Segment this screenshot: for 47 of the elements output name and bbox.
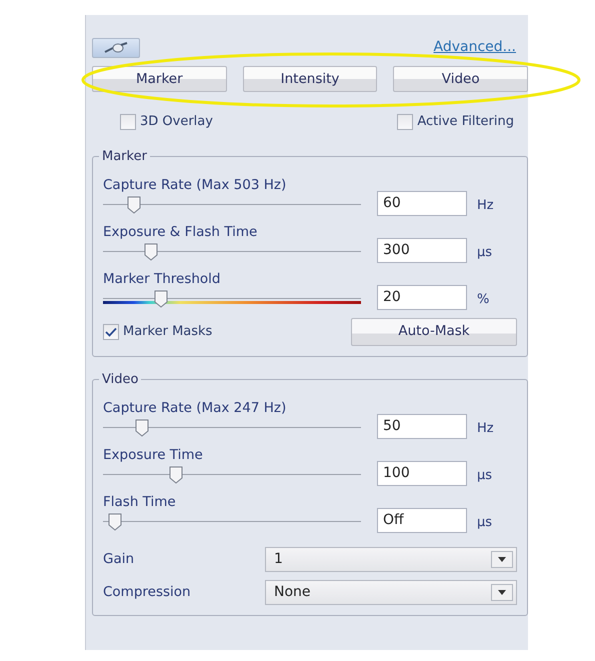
dropdown[interactable]: 1 <box>265 546 517 572</box>
slider-label: Marker Threshold <box>103 270 222 288</box>
slider-track[interactable] <box>103 416 361 438</box>
checkbox-label: Active Filtering <box>417 113 514 131</box>
slider-label: Capture Rate (Max 503 Hz) <box>103 176 288 194</box>
checkbox[interactable] <box>103 324 119 340</box>
value-field[interactable]: Off <box>377 508 467 532</box>
unit-label: µs <box>477 467 494 485</box>
checkbox-label: Marker Masks <box>123 322 212 341</box>
slider-label: Capture Rate (Max 247 Hz) <box>103 400 288 416</box>
unit-label: Hz <box>477 420 495 438</box>
unit-label: Hz <box>477 197 495 215</box>
slider-track[interactable] <box>103 288 361 310</box>
value-field[interactable]: 50 <box>377 414 467 438</box>
mode-button[interactable]: Intensity <box>242 66 378 92</box>
slider-label: Exposure & Flash Time <box>103 224 258 240</box>
unit-label: µs <box>477 244 494 262</box>
value-field[interactable]: 20 <box>377 284 467 310</box>
unit-label: % <box>477 291 490 309</box>
slider-label: Flash Time <box>103 494 177 510</box>
slider-label: Exposure Time <box>103 446 204 464</box>
slider-thumb[interactable] <box>108 512 122 530</box>
tool-button[interactable] <box>92 38 140 58</box>
slider-track[interactable] <box>103 510 361 532</box>
slider-track[interactable] <box>103 464 361 486</box>
unit-label: µs <box>477 514 494 532</box>
mode-button[interactable]: Video <box>393 66 528 92</box>
slider-track[interactable] <box>103 240 361 262</box>
dropdown[interactable]: None <box>265 580 517 604</box>
slider-thumb[interactable] <box>127 196 142 214</box>
slider-track[interactable] <box>103 194 361 216</box>
value-field[interactable]: 300 <box>377 238 467 262</box>
checkbox[interactable] <box>120 114 136 130</box>
slider-thumb[interactable] <box>154 290 168 308</box>
slider-thumb[interactable] <box>144 242 158 260</box>
field-label: Compression <box>103 584 191 600</box>
value-field[interactable]: 100 <box>377 460 467 486</box>
checkbox[interactable] <box>397 114 414 130</box>
checkbox-label: 3D Overlay <box>140 113 213 131</box>
slider-thumb[interactable] <box>134 418 149 436</box>
tool-icon <box>103 41 129 55</box>
advanced-link[interactable]: Advanced... <box>433 37 516 58</box>
auto-mask-button[interactable]: Auto-Mask <box>351 318 517 346</box>
slider-thumb[interactable] <box>168 466 183 484</box>
value-field[interactable]: 60 <box>377 190 467 216</box>
mode-button[interactable]: Marker <box>92 66 227 92</box>
field-label: Gain <box>103 550 134 568</box>
